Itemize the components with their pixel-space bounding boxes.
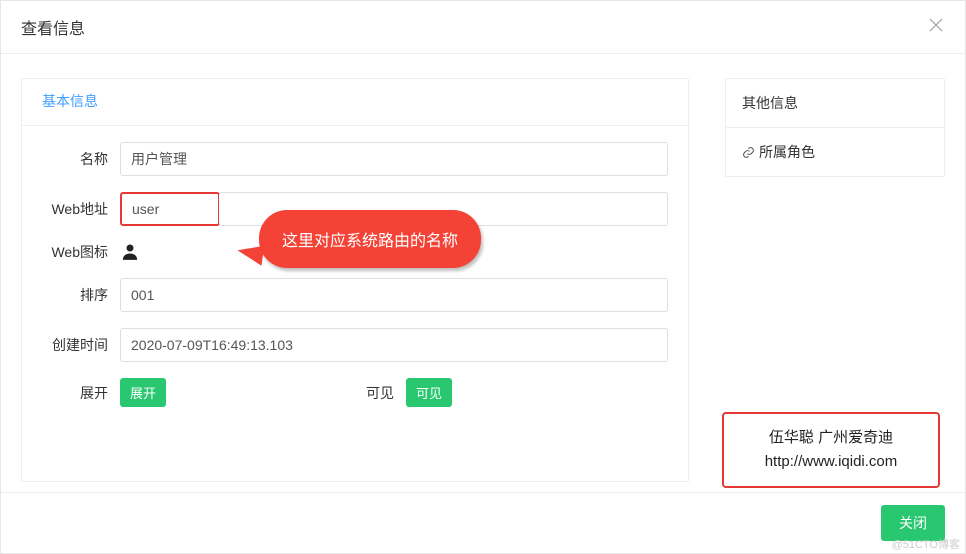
tab-basic-info[interactable]: 基本信息 — [28, 79, 112, 125]
group-expand: 展开 展开 — [42, 378, 166, 407]
close-icon[interactable] — [927, 16, 945, 38]
modal-header: 查看信息 — [1, 1, 965, 54]
author-line1: 伍华聪 广州爱奇迪 — [738, 426, 924, 450]
row-name: 名称 — [42, 142, 668, 176]
tag-expand: 展开 — [120, 378, 166, 407]
input-create-time[interactable] — [120, 328, 668, 362]
modal-footer: 关闭 — [1, 492, 965, 553]
modal-title: 查看信息 — [21, 15, 85, 39]
side-item-other-info[interactable]: 其他信息 — [726, 79, 944, 128]
label-url: Web地址 — [42, 199, 120, 219]
tag-visible: 可见 — [406, 378, 452, 407]
row-create-time: 创建时间 — [42, 328, 668, 362]
watermark: @51CTO博客 — [892, 536, 960, 552]
side-item-label: 其他信息 — [742, 93, 798, 113]
label-create-time: 创建时间 — [42, 335, 120, 355]
side-list: 其他信息 所属角色 — [725, 78, 945, 177]
tabs: 基本信息 — [22, 79, 688, 126]
input-name[interactable] — [120, 142, 668, 176]
view-info-modal: 查看信息 基本信息 名称 Web地址 Web图标 — [0, 0, 966, 554]
label-sort: 排序 — [42, 285, 120, 305]
main-panel: 基本信息 名称 Web地址 Web图标 — [21, 78, 689, 482]
input-sort[interactable] — [120, 278, 668, 312]
row-flags: 展开 展开 可见 可见 — [42, 378, 668, 407]
label-name: 名称 — [42, 149, 120, 169]
link-icon — [742, 146, 755, 159]
side-item-label: 所属角色 — [759, 142, 815, 162]
label-icon: Web图标 — [42, 242, 120, 262]
label-expand: 展开 — [42, 383, 120, 403]
person-icon — [120, 242, 140, 262]
input-url[interactable] — [120, 192, 220, 226]
author-info-box: 伍华聪 广州爱奇迪 http://www.iqidi.com — [722, 412, 940, 488]
author-line2: http://www.iqidi.com — [738, 450, 924, 474]
callout-annotation: 这里对应系统路由的名称 — [259, 210, 481, 268]
side-item-roles[interactable]: 所属角色 — [726, 128, 944, 176]
group-visible: 可见 可见 — [366, 378, 452, 407]
callout-text: 这里对应系统路由的名称 — [282, 227, 458, 251]
label-visible: 可见 — [366, 383, 406, 403]
row-sort: 排序 — [42, 278, 668, 312]
